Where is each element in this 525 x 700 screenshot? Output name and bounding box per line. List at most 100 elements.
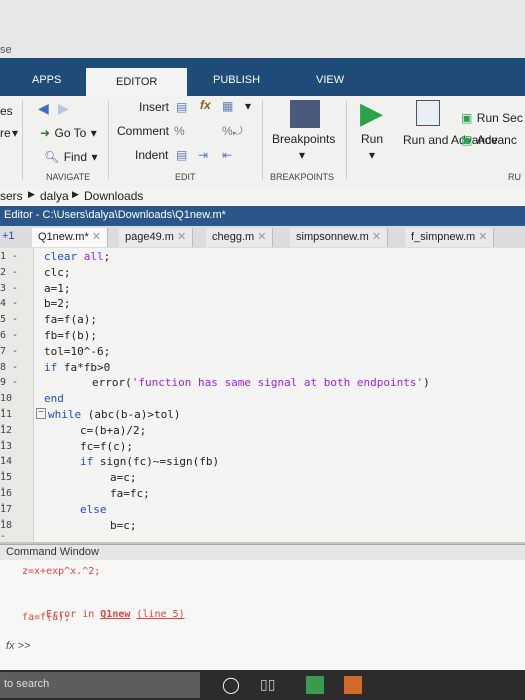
code-line[interactable]: fa=fc; [110, 487, 150, 500]
code-line[interactable]: b=c; [110, 519, 137, 532]
divider [346, 100, 347, 180]
run-icon[interactable]: ▶ [360, 96, 383, 131]
code-line[interactable]: fc=f(c); [80, 440, 133, 453]
run-and-advance-button[interactable]: Run and Advance [403, 132, 498, 148]
command-window[interactable]: z=x+exp^x.^2; Error in Q1new (line 5) fa… [0, 560, 525, 670]
ribbon-tab-strip: APPS EDITOR PUBLISH VIEW [0, 58, 525, 96]
error-file-link[interactable]: Q1new [100, 609, 130, 620]
cut-label-mid: re [0, 126, 11, 140]
chevron-down-icon[interactable]: ▾ [369, 148, 375, 162]
chevron-down-icon: ▾ [91, 150, 98, 164]
window-title: se [0, 44, 12, 56]
code-line[interactable]: a=c; [110, 471, 137, 484]
breadcrumb-item[interactable]: sers [0, 189, 23, 203]
close-icon[interactable]: ✕ [92, 231, 101, 243]
forward-arrow-icon[interactable]: ▶ [58, 100, 69, 117]
command-window-title-bar: Command Window [0, 544, 525, 561]
breadcrumb-item[interactable]: Downloads [84, 189, 143, 203]
tab-apps[interactable]: APPS [32, 74, 61, 86]
advance-button[interactable]: ▣ Advanc [461, 131, 517, 149]
smart-indent-icon[interactable]: ▤ [176, 148, 187, 162]
tab-label: page49.m [125, 231, 174, 243]
increase-indent-icon[interactable]: ⇥ [198, 148, 208, 162]
close-icon[interactable]: ✕ [257, 231, 266, 243]
indent-button[interactable]: Indent [135, 148, 168, 162]
group-label-run: RU [508, 172, 521, 182]
run-and-advance-icon[interactable] [416, 100, 440, 126]
code-fold-icon[interactable]: − [36, 408, 46, 419]
advance-icon: ▣ [461, 133, 473, 147]
tab-editor[interactable]: EDITOR [86, 68, 188, 96]
close-icon[interactable]: ✕ [177, 231, 186, 243]
taskbar-app-icon[interactable] [344, 676, 362, 694]
code-line[interactable]: a=1; [44, 282, 71, 295]
tab-label: Q1new.m* [38, 231, 89, 243]
fx-icon[interactable]: fx [200, 98, 211, 112]
task-view-icon[interactable]: ▯▯ [260, 676, 275, 693]
breakpoints-icon[interactable] [290, 100, 320, 128]
close-icon[interactable]: ✕ [478, 231, 487, 243]
code-line[interactable]: clear all; [44, 250, 110, 263]
tab-publish[interactable]: PUBLISH [213, 74, 260, 86]
cut-label-top: es [0, 104, 13, 118]
go-to-button[interactable]: ➜ Go To ▾ [40, 124, 97, 142]
breadcrumb-arrow-icon: ▶ [72, 189, 79, 199]
breadcrumb: sers ▶ dalya ▶ Downloads [0, 186, 525, 206]
code-line[interactable]: else [80, 503, 107, 516]
run-section-button[interactable]: ▣ Run Sec [461, 109, 523, 127]
code-line[interactable]: if sign(fc)~=sign(fb) [80, 455, 219, 468]
error-line-link[interactable]: (line 5) [136, 609, 184, 620]
code-line[interactable]: b=2; [44, 297, 71, 310]
code-area[interactable]: clear all; clc; a=1; b=2; fa=f(a); fb=f(b); to… [0, 248, 525, 542]
editor-tab-chegg[interactable]: chegg.m ✕ [206, 228, 274, 247]
close-icon[interactable]: ✕ [372, 231, 381, 243]
decrease-indent-icon[interactable]: ⇤ [222, 148, 232, 162]
uncomment-icon[interactable]: %⤾ [222, 124, 243, 139]
editor-tab-q1new[interactable]: Q1new.m* ✕ [32, 228, 109, 247]
command-prompt[interactable]: fx >> [6, 640, 30, 652]
insert-button[interactable]: Insert [139, 100, 169, 114]
comment-button[interactable]: Comment [117, 124, 169, 138]
chevron-down-icon[interactable]: ▾ [299, 148, 305, 162]
code-line[interactable]: while (abc(b-a)>tol) [48, 408, 180, 421]
taskbar-app-icon[interactable] [306, 676, 324, 694]
run-button[interactable]: Run [361, 132, 383, 146]
editor-tab-simpsonnew[interactable]: simpsonnew.m ✕ [290, 228, 389, 247]
group-label-breakpoints: BREAKPOINTS [270, 172, 335, 182]
go-to-label: Go To [54, 126, 87, 140]
insert-text-icon[interactable]: ▤ [176, 100, 187, 114]
divider [22, 100, 23, 180]
code-line[interactable]: fa=f(a); [44, 313, 97, 326]
code-editor[interactable]: 1 -2 -3 -4 -5 -6 -7 -8 -9 -10 -11 -12 -1… [0, 248, 525, 542]
taskbar-search-box[interactable]: to search [0, 672, 200, 698]
editor-tab-f-simpnew[interactable]: f_simpnew.m ✕ [405, 228, 495, 247]
code-line[interactable]: if fa*fb>0 [44, 361, 110, 374]
breadcrumb-item[interactable]: dalya [40, 189, 69, 203]
group-label-edit: EDIT [175, 172, 196, 182]
tab-prefix: +1 [2, 230, 15, 242]
title-bar: se [0, 0, 525, 58]
run-section-icon: ▣ [461, 111, 473, 125]
chevron-down-icon[interactable]: ▾ [245, 99, 251, 113]
tab-view[interactable]: VIEW [316, 74, 344, 86]
code-line[interactable]: c=(b+a)/2; [80, 424, 146, 437]
code-line[interactable]: tol=10^-6; [44, 345, 110, 358]
dropdown-arrow-icon[interactable]: ▾ [12, 126, 18, 140]
find-button[interactable]: 🔍︎ Find ▾ [44, 148, 98, 166]
percent-icon[interactable]: % [174, 124, 185, 138]
chevron-down-icon: ▾ [90, 126, 97, 140]
code-line[interactable]: clc; [44, 266, 71, 279]
code-line[interactable]: error('function has same signal at both … [92, 376, 430, 389]
editor-tab-page49[interactable]: page49.m ✕ [119, 228, 194, 247]
tab-label: f_simpnew.m [411, 231, 476, 243]
breakpoints-button[interactable]: Breakpoints [272, 132, 335, 146]
function-table-icon[interactable]: ▦ [222, 99, 233, 113]
find-label: Find [63, 150, 88, 164]
back-arrow-icon[interactable]: ◀ [38, 100, 49, 117]
code-line[interactable]: end [44, 392, 64, 405]
cortana-circle-icon[interactable]: ◯ [222, 675, 240, 695]
group-label-navigate: NAVIGATE [46, 172, 91, 182]
code-line[interactable]: fb=f(b); [44, 329, 97, 342]
go-to-icon: ➜ [40, 126, 51, 140]
advance-label: Advanc [476, 133, 517, 147]
